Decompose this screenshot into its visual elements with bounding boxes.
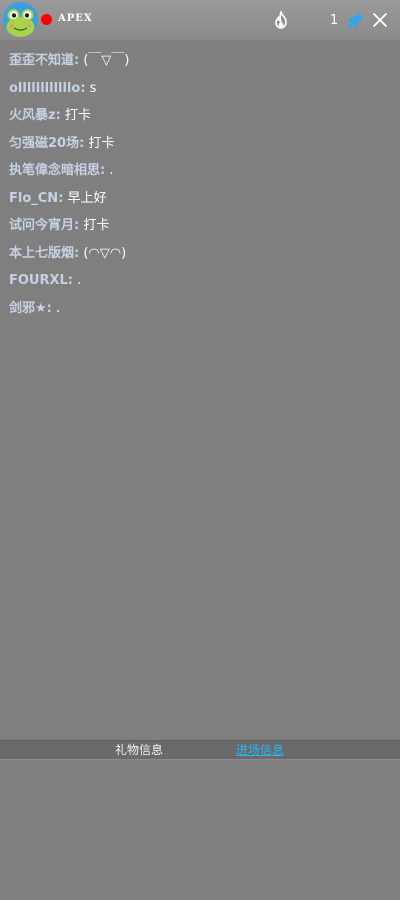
chat-text: 早上好 <box>63 190 107 206</box>
tab-bar: 礼物信息 进场信息 <box>0 740 400 760</box>
chat-message: ollllllllllllo: s <box>0 75 400 103</box>
close-icon[interactable] <box>373 13 387 27</box>
chat-username[interactable]: 剑邪★: <box>9 301 52 316</box>
chat-username[interactable]: ollllllllllllo: <box>9 81 86 96</box>
chat-message: Flo_CN: 早上好 <box>0 185 400 213</box>
streamer-avatar[interactable] <box>3 2 38 37</box>
chat-text: . <box>51 300 61 316</box>
chat-username[interactable]: Flo_CN: <box>9 191 63 206</box>
chat-message: 匀强磁20场: 打卡 <box>0 130 400 158</box>
chat-text: (￣▽￣) <box>79 53 130 68</box>
chat-message: 剑邪★: . <box>0 295 400 323</box>
chat-username[interactable]: 试问今宵月: <box>9 218 79 233</box>
chat-username[interactable]: 执笔偉念暗相思: <box>9 163 105 178</box>
red-dot-icon <box>41 14 52 25</box>
chat-username[interactable]: 本上七版烟: <box>9 246 79 261</box>
info-panel[interactable] <box>0 760 400 900</box>
tab-enter-info[interactable]: 进场信息 <box>236 742 284 759</box>
chat-text: 打卡 <box>84 135 115 151</box>
frog-avatar-icon <box>3 2 38 37</box>
title-bar[interactable]: APEX 1 <box>0 0 400 40</box>
chat-message: 本上七版烟: (◠▽◠) <box>0 240 400 268</box>
chat-message: 火风暴z: 打卡 <box>0 102 400 130</box>
tab-gift-info[interactable]: 礼物信息 <box>115 742 163 759</box>
chat-username[interactable]: FOURXL: <box>9 273 73 288</box>
chat-message: 试问今宵月: 打卡 <box>0 212 400 240</box>
chat-username[interactable]: 匀强磁20场: <box>9 136 84 151</box>
chat-text: (◠▽◠) <box>79 245 127 261</box>
room-name: APEX <box>58 13 93 24</box>
chat-message: FOURXL: . <box>0 267 400 295</box>
chat-text: s <box>85 80 97 96</box>
fire-icon <box>275 11 287 29</box>
chat-text: . <box>73 273 82 288</box>
chat-text: 打卡 <box>79 218 110 233</box>
chat-text: . <box>105 163 114 178</box>
pin-icon[interactable] <box>346 11 364 29</box>
chat-username[interactable]: 歪歪不知道: <box>9 53 79 68</box>
chat-username[interactable]: 火风暴z: <box>9 108 61 123</box>
danmaku-window: APEX 1 歪歪不知道: (￣▽￣) ollllllllllllo: s 火风… <box>0 0 400 900</box>
chat-message: 歪歪不知道: (￣▽￣) <box>0 47 400 75</box>
viewer-count: 1 <box>330 13 339 28</box>
chat-message: 执笔偉念暗相思: . <box>0 157 400 185</box>
chat-text: 打卡 <box>60 108 91 123</box>
chat-list[interactable]: 歪歪不知道: (￣▽￣) ollllllllllllo: s 火风暴z: 打卡 … <box>0 40 400 740</box>
